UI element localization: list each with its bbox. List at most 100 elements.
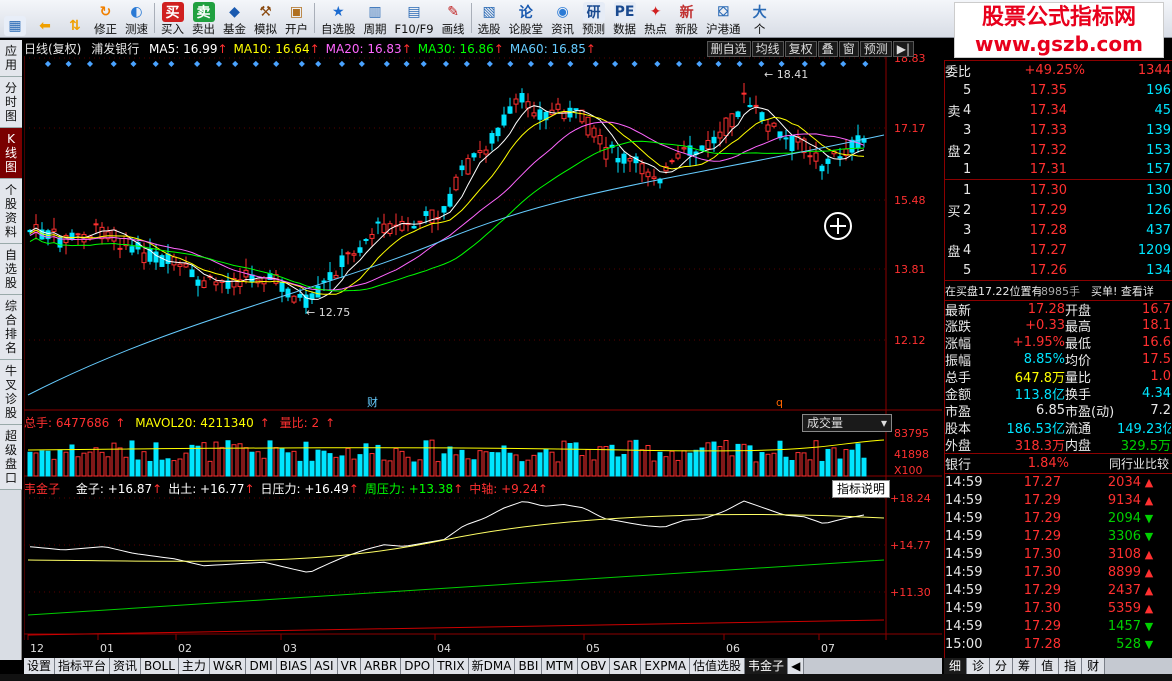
quote-row: 最新 17.28 开盘 16.7 xyxy=(945,300,1172,319)
candle-body xyxy=(447,193,453,207)
big-order-link[interactable]: 买单! 查看详 xyxy=(1091,283,1171,299)
toolbar-button-back[interactable]: ⬅ xyxy=(30,0,60,37)
tab-scroll-left-icon[interactable]: ◀ xyxy=(788,658,805,674)
toolbar-label: 画线 xyxy=(441,22,465,36)
tick-time: 14:59 xyxy=(945,492,983,508)
indicator-tab[interactable]: W&R xyxy=(209,658,247,674)
left-tab-2[interactable]: K线图 xyxy=(0,128,22,179)
indicator-tab[interactable]: DPO xyxy=(401,658,435,674)
toolbar-button-论股堂[interactable]: 论论股堂 xyxy=(505,0,548,37)
quote-tab[interactable]: 分 xyxy=(990,658,1014,674)
kline-button-4[interactable]: 窗 xyxy=(838,41,859,57)
indicator-tab[interactable]: VR xyxy=(337,658,362,674)
quote-tab[interactable]: 值 xyxy=(1036,658,1060,674)
left-tab-3[interactable]: 个股资料 xyxy=(0,179,22,244)
kline-chart-svg[interactable]: 18.8317.1715.4813.8112.128379541898X100+… xyxy=(23,40,942,660)
left-tab-4[interactable]: 自选股 xyxy=(0,244,22,295)
ma-line xyxy=(29,105,865,300)
toolbar-button-周期[interactable]: ▥ 周期 xyxy=(360,0,391,37)
toolbar-button-热点[interactable]: ✦ 热点 xyxy=(640,0,671,37)
toolbar-button-数据[interactable]: PE 数据 xyxy=(609,0,640,37)
volume-bar xyxy=(651,460,657,477)
grid-icon: ▦ xyxy=(4,16,26,36)
toolbar-button-模拟[interactable]: ⚒ 模拟 xyxy=(250,0,281,37)
indicator-tab[interactable]: 韦金子 xyxy=(745,658,789,674)
indicator-tab[interactable]: 资讯 xyxy=(110,658,142,674)
quote-row: 涨跌 +0.33 最高 18.1 xyxy=(945,317,1172,335)
event-marker-icon: ◆ xyxy=(443,59,450,68)
toolbar-button-自选股[interactable]: ★ 自选股 xyxy=(317,0,360,37)
left-tab-label: 分时图 xyxy=(4,81,17,123)
toolbar-button-grid[interactable]: ▦ xyxy=(0,0,30,37)
month-label: 01 xyxy=(100,642,114,655)
toolbar-button-updown[interactable]: ⇅ xyxy=(60,0,90,37)
indicator-tab[interactable]: BIAS xyxy=(276,658,312,674)
left-tab-1[interactable]: 分时图 xyxy=(0,77,22,128)
toolbar-button-个[interactable]: 大个 xyxy=(745,0,775,37)
indicator-tab[interactable]: BBI xyxy=(515,658,543,674)
quote-tab[interactable]: 指 xyxy=(1059,658,1083,674)
orderbook-level: 4 xyxy=(963,242,972,258)
toolbar-label: 预测 xyxy=(582,22,606,36)
tick-price: 17.28 xyxy=(1023,636,1061,652)
toolbar-button-测速[interactable]: ◐ 测速 xyxy=(121,0,152,37)
indicator-tab[interactable]: 估值选股 xyxy=(690,658,746,674)
pen-icon: ✎ xyxy=(447,4,459,20)
sector-compare-button[interactable]: 同行业比较 xyxy=(1069,455,1169,472)
candle-body xyxy=(249,274,255,283)
left-tab-7[interactable]: 超级盘口 xyxy=(0,425,22,490)
quote-tab[interactable]: 细 xyxy=(944,658,968,674)
toolbar-button-资讯[interactable]: ◉ 资讯 xyxy=(547,0,578,37)
indicator-help-button[interactable]: 指标说明 xyxy=(832,480,891,498)
volume-bar xyxy=(765,453,771,477)
indicator-tab[interactable]: 指标平台 xyxy=(55,658,111,674)
left-tab-6[interactable]: 牛叉诊股 xyxy=(0,360,22,425)
toolbar-button-买入[interactable]: 买买入 xyxy=(157,0,188,37)
quote-tab[interactable]: 诊 xyxy=(967,658,991,674)
left-tab-0[interactable]: 应用 xyxy=(0,40,22,77)
volume-bar xyxy=(267,440,273,477)
expand-icon[interactable]: ▶| xyxy=(892,41,914,57)
indicator-tab[interactable]: 设置 xyxy=(24,658,56,674)
indicator-tab[interactable]: ASI xyxy=(311,658,338,674)
orderbook-price: 17.32 xyxy=(1029,142,1067,158)
left-tab-5[interactable]: 综合排名 xyxy=(0,295,22,360)
volume-tick-label: X100 xyxy=(894,464,923,477)
toolbar-button-修正[interactable]: ↻ 修正 xyxy=(90,0,121,37)
kline-button-0[interactable]: 删自选 xyxy=(706,41,751,57)
toolbar-button-预测[interactable]: 研预测 xyxy=(578,0,609,37)
toolbar-button-基金[interactable]: ◆ 基金 xyxy=(219,0,250,37)
toolbar-button-沪港通[interactable]: ⛋ 沪港通 xyxy=(702,0,745,37)
quote-tab[interactable]: 财 xyxy=(1082,658,1106,674)
indicator-tab[interactable]: EXPMA xyxy=(641,658,691,674)
volume-bar xyxy=(825,448,831,477)
toolbar-button-F10/F9[interactable]: ▤ F10/F9 xyxy=(391,0,438,37)
volume-bar xyxy=(435,461,441,477)
indicator-tab[interactable]: 主力 xyxy=(178,658,210,674)
toolbar-label: 数据 xyxy=(613,22,637,36)
kline-button-1[interactable]: 均线 xyxy=(751,41,784,57)
toolbar-button-新股[interactable]: 新新股 xyxy=(671,0,702,37)
toolbar-button-选股[interactable]: ▧ 选股 xyxy=(474,0,505,37)
toolbar-button-开户[interactable]: ▣ 开户 xyxy=(281,0,312,37)
indicator-tab[interactable]: OBV xyxy=(577,658,611,674)
indicator-tab[interactable]: BOLL xyxy=(141,658,179,674)
quote-tab[interactable]: 筹 xyxy=(1013,658,1037,674)
indicator-tab[interactable]: ARBR xyxy=(361,658,402,674)
kline-button-3[interactable]: 叠 xyxy=(817,41,838,57)
kline-button-5[interactable]: 预测 xyxy=(859,41,892,57)
indicator-tab[interactable]: MTM xyxy=(542,658,578,674)
indicator-tab[interactable]: 新DMA xyxy=(468,658,516,674)
volume-bar xyxy=(741,443,747,477)
toolbar-button-画线[interactable]: ✎ 画线 xyxy=(438,0,469,37)
indicator-tab[interactable]: SAR xyxy=(610,658,642,674)
kline-button-2[interactable]: 复权 xyxy=(784,41,817,57)
volume-button[interactable]: 成交量 ▾ xyxy=(802,414,892,432)
toolbar-button-卖出[interactable]: 卖卖出 xyxy=(188,0,219,37)
doc-icon: ▤ xyxy=(407,4,421,20)
indicator-tab[interactable]: TRIX xyxy=(434,658,469,674)
tick-price: 17.27 xyxy=(1023,475,1061,490)
volume-bar xyxy=(507,452,513,477)
indicator-tab[interactable]: DMI xyxy=(246,658,277,674)
toolbar-label: 开户 xyxy=(285,22,308,36)
